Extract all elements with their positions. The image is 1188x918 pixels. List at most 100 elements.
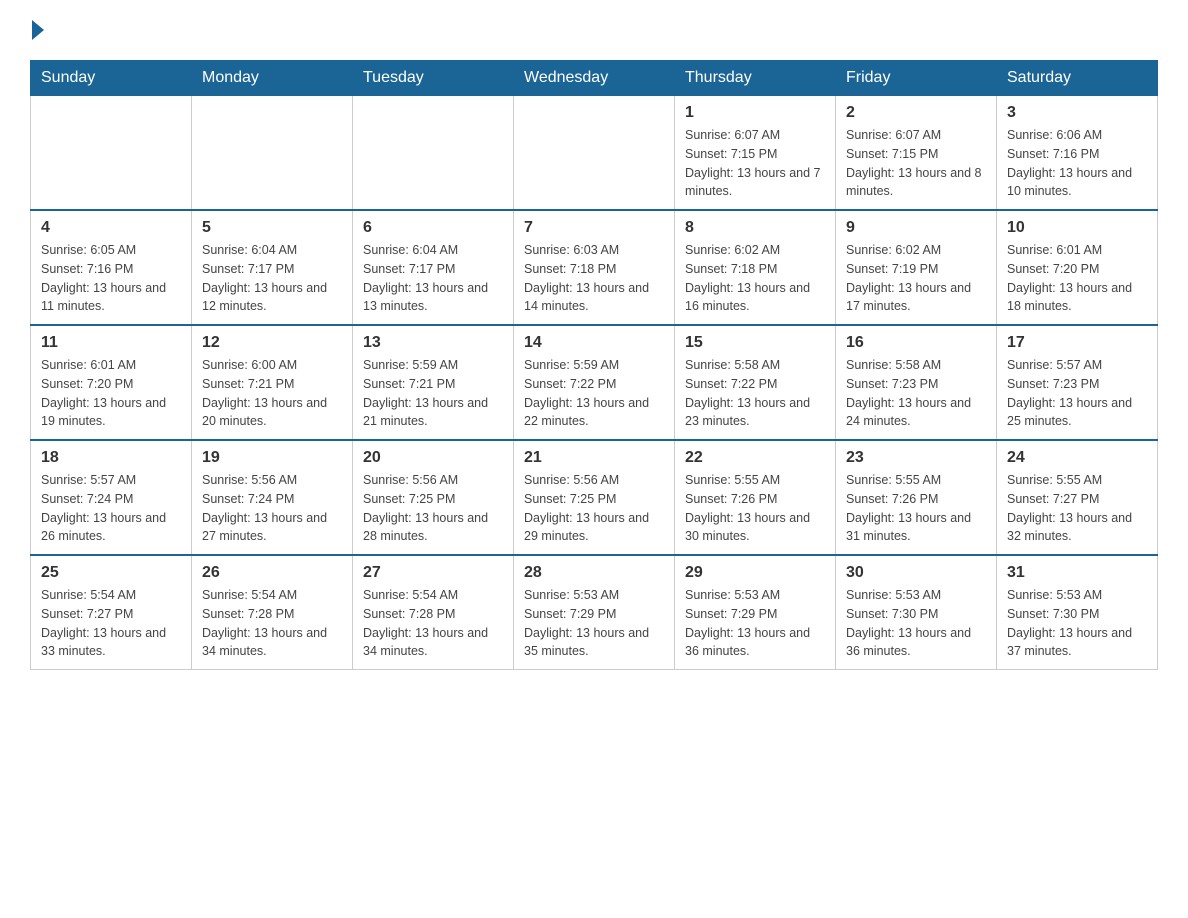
day-number: 5 xyxy=(202,219,342,237)
day-info: Sunrise: 6:06 AMSunset: 7:16 PMDaylight:… xyxy=(1007,126,1147,201)
day-info: Sunrise: 5:57 AMSunset: 7:24 PMDaylight:… xyxy=(41,471,181,546)
calendar-cell: 14 Sunrise: 5:59 AMSunset: 7:22 PMDayligh… xyxy=(514,325,675,440)
day-info: Sunrise: 5:54 AMSunset: 7:27 PMDaylight:… xyxy=(41,586,181,661)
day-number: 2 xyxy=(846,104,986,122)
day-number: 31 xyxy=(1007,564,1147,582)
day-info: Sunrise: 5:53 AMSunset: 7:29 PMDaylight:… xyxy=(524,586,664,661)
calendar-cell: 9 Sunrise: 6:02 AMSunset: 7:19 PMDaylight… xyxy=(836,210,997,325)
day-info: Sunrise: 6:01 AMSunset: 7:20 PMDaylight:… xyxy=(1007,241,1147,316)
calendar-cell: 1 Sunrise: 6:07 AMSunset: 7:15 PMDaylight… xyxy=(675,96,836,211)
calendar-week-row: 11 Sunrise: 6:01 AMSunset: 7:20 PMDayligh… xyxy=(31,325,1158,440)
calendar-cell: 23Sunrise: 5:55 AMSunset: 7:26 PMDayligh… xyxy=(836,440,997,555)
calendar-week-row: 25 Sunrise: 5:54 AMSunset: 7:27 PMDayligh… xyxy=(31,555,1158,670)
day-of-week-header: Friday xyxy=(836,61,997,96)
calendar-header-row: SundayMondayTuesdayWednesdayThursdayFrid… xyxy=(31,61,1158,96)
day-number: 6 xyxy=(363,219,503,237)
day-of-week-header: Thursday xyxy=(675,61,836,96)
day-number: 3 xyxy=(1007,104,1147,122)
day-info: Sunrise: 6:05 AMSunset: 7:16 PMDaylight:… xyxy=(41,241,181,316)
calendar-cell: 6 Sunrise: 6:04 AMSunset: 7:17 PMDaylight… xyxy=(353,210,514,325)
day-info: Sunrise: 6:04 AMSunset: 7:17 PMDaylight:… xyxy=(363,241,503,316)
day-of-week-header: Monday xyxy=(192,61,353,96)
day-info: Sunrise: 5:54 AMSunset: 7:28 PMDaylight:… xyxy=(202,586,342,661)
day-number: 28 xyxy=(524,564,664,582)
day-info: Sunrise: 5:55 AMSunset: 7:27 PMDaylight:… xyxy=(1007,471,1147,546)
calendar-cell: 21 Sunrise: 5:56 AMSunset: 7:25 PMDayligh… xyxy=(514,440,675,555)
day-number: 18 xyxy=(41,449,181,467)
calendar-cell: 19 Sunrise: 5:56 AMSunset: 7:24 PMDayligh… xyxy=(192,440,353,555)
day-of-week-header: Saturday xyxy=(997,61,1158,96)
day-info: Sunrise: 5:55 AMSunset: 7:26 PMDaylight:… xyxy=(685,471,825,546)
calendar-cell: 13 Sunrise: 5:59 AMSunset: 7:21 PMDayligh… xyxy=(353,325,514,440)
calendar-cell: 26 Sunrise: 5:54 AMSunset: 7:28 PMDayligh… xyxy=(192,555,353,670)
day-info: Sunrise: 5:59 AMSunset: 7:22 PMDaylight:… xyxy=(524,356,664,431)
calendar-cell: 17 Sunrise: 5:57 AMSunset: 7:23 PMDayligh… xyxy=(997,325,1158,440)
calendar-cell: 11 Sunrise: 6:01 AMSunset: 7:20 PMDayligh… xyxy=(31,325,192,440)
day-number: 4 xyxy=(41,219,181,237)
day-number: 25 xyxy=(41,564,181,582)
calendar-week-row: 4 Sunrise: 6:05 AMSunset: 7:16 PMDaylight… xyxy=(31,210,1158,325)
calendar-table: SundayMondayTuesdayWednesdayThursdayFrid… xyxy=(30,60,1158,670)
calendar-cell xyxy=(514,96,675,211)
day-of-week-header: Sunday xyxy=(31,61,192,96)
calendar-cell: 8 Sunrise: 6:02 AMSunset: 7:18 PMDaylight… xyxy=(675,210,836,325)
calendar-cell: 28 Sunrise: 5:53 AMSunset: 7:29 PMDayligh… xyxy=(514,555,675,670)
day-info: Sunrise: 5:59 AMSunset: 7:21 PMDaylight:… xyxy=(363,356,503,431)
day-info: Sunrise: 5:56 AMSunset: 7:24 PMDaylight:… xyxy=(202,471,342,546)
calendar-cell: 15Sunrise: 5:58 AMSunset: 7:22 PMDayligh… xyxy=(675,325,836,440)
calendar-cell: 3 Sunrise: 6:06 AMSunset: 7:16 PMDaylight… xyxy=(997,96,1158,211)
calendar-cell: 22 Sunrise: 5:55 AMSunset: 7:26 PMDayligh… xyxy=(675,440,836,555)
day-info: Sunrise: 6:02 AMSunset: 7:19 PMDaylight:… xyxy=(846,241,986,316)
day-info: Sunrise: 5:53 AMSunset: 7:30 PMDaylight:… xyxy=(1007,586,1147,661)
day-number: 9 xyxy=(846,219,986,237)
calendar-week-row: 1 Sunrise: 6:07 AMSunset: 7:15 PMDaylight… xyxy=(31,96,1158,211)
logo-arrow-icon xyxy=(32,20,44,40)
page-header xyxy=(30,20,1158,40)
calendar-week-row: 18 Sunrise: 5:57 AMSunset: 7:24 PMDayligh… xyxy=(31,440,1158,555)
day-info: Sunrise: 6:02 AMSunset: 7:18 PMDaylight:… xyxy=(685,241,825,316)
calendar-cell: 27Sunrise: 5:54 AMSunset: 7:28 PMDayligh… xyxy=(353,555,514,670)
day-number: 17 xyxy=(1007,334,1147,352)
day-number: 24 xyxy=(1007,449,1147,467)
calendar-cell: 30Sunrise: 5:53 AMSunset: 7:30 PMDayligh… xyxy=(836,555,997,670)
day-info: Sunrise: 5:54 AMSunset: 7:28 PMDaylight:… xyxy=(363,586,503,661)
calendar-cell: 29 Sunrise: 5:53 AMSunset: 7:29 PMDayligh… xyxy=(675,555,836,670)
day-info: Sunrise: 5:56 AMSunset: 7:25 PMDaylight:… xyxy=(524,471,664,546)
calendar-cell: 4 Sunrise: 6:05 AMSunset: 7:16 PMDaylight… xyxy=(31,210,192,325)
calendar-cell xyxy=(192,96,353,211)
day-number: 14 xyxy=(524,334,664,352)
day-info: Sunrise: 6:07 AMSunset: 7:15 PMDaylight:… xyxy=(846,126,986,201)
day-number: 11 xyxy=(41,334,181,352)
day-info: Sunrise: 6:00 AMSunset: 7:21 PMDaylight:… xyxy=(202,356,342,431)
day-number: 21 xyxy=(524,449,664,467)
day-number: 8 xyxy=(685,219,825,237)
day-info: Sunrise: 5:57 AMSunset: 7:23 PMDaylight:… xyxy=(1007,356,1147,431)
day-number: 10 xyxy=(1007,219,1147,237)
day-info: Sunrise: 6:01 AMSunset: 7:20 PMDaylight:… xyxy=(41,356,181,431)
calendar-cell: 24 Sunrise: 5:55 AMSunset: 7:27 PMDayligh… xyxy=(997,440,1158,555)
day-info: Sunrise: 5:58 AMSunset: 7:22 PMDaylight:… xyxy=(685,356,825,431)
day-info: Sunrise: 6:07 AMSunset: 7:15 PMDaylight:… xyxy=(685,126,825,201)
calendar-cell: 5 Sunrise: 6:04 AMSunset: 7:17 PMDaylight… xyxy=(192,210,353,325)
day-info: Sunrise: 6:04 AMSunset: 7:17 PMDaylight:… xyxy=(202,241,342,316)
day-number: 29 xyxy=(685,564,825,582)
day-number: 30 xyxy=(846,564,986,582)
day-info: Sunrise: 5:55 AMSunset: 7:26 PMDaylight:… xyxy=(846,471,986,546)
day-number: 7 xyxy=(524,219,664,237)
calendar-cell: 18 Sunrise: 5:57 AMSunset: 7:24 PMDayligh… xyxy=(31,440,192,555)
day-info: Sunrise: 5:53 AMSunset: 7:29 PMDaylight:… xyxy=(685,586,825,661)
day-info: Sunrise: 6:03 AMSunset: 7:18 PMDaylight:… xyxy=(524,241,664,316)
day-info: Sunrise: 5:58 AMSunset: 7:23 PMDaylight:… xyxy=(846,356,986,431)
calendar-cell: 10 Sunrise: 6:01 AMSunset: 7:20 PMDayligh… xyxy=(997,210,1158,325)
day-number: 19 xyxy=(202,449,342,467)
day-number: 13 xyxy=(363,334,503,352)
day-number: 16 xyxy=(846,334,986,352)
day-number: 22 xyxy=(685,449,825,467)
calendar-cell xyxy=(353,96,514,211)
day-number: 20 xyxy=(363,449,503,467)
day-of-week-header: Tuesday xyxy=(353,61,514,96)
day-number: 1 xyxy=(685,104,825,122)
day-number: 26 xyxy=(202,564,342,582)
calendar-cell: 2 Sunrise: 6:07 AMSunset: 7:15 PMDaylight… xyxy=(836,96,997,211)
day-number: 12 xyxy=(202,334,342,352)
